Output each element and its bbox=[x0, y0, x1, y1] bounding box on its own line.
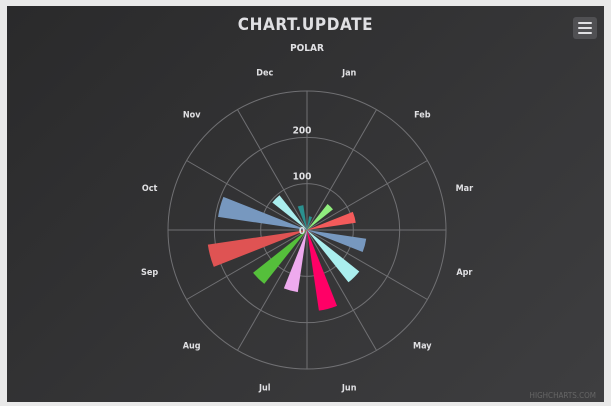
month-label-may: May bbox=[413, 341, 432, 351]
credits-text[interactable]: HIGHCHARTS.COM bbox=[530, 391, 596, 400]
month-label-apr: Apr bbox=[456, 268, 472, 278]
chart-subtitle: POLAR bbox=[290, 43, 324, 54]
month-label-jan: Jan bbox=[341, 69, 356, 79]
chart-menu-button[interactable] bbox=[573, 17, 597, 39]
month-label-oct: Oct bbox=[142, 184, 158, 194]
polar-chart: CHART.UPDATE POLAR Jan Feb Mar Apr May Jun Jul… bbox=[141, 15, 596, 400]
radial-label-0: 0 bbox=[299, 226, 305, 237]
month-label-mar: Mar bbox=[456, 184, 474, 194]
month-label-feb: Feb bbox=[414, 111, 431, 121]
chart-container: CHART.UPDATE POLAR Jan Feb Mar Apr May Jun Jul… bbox=[7, 6, 604, 402]
month-label-aug: Aug bbox=[183, 341, 201, 351]
hamburger-menu-icon bbox=[578, 22, 592, 24]
month-label-jul: Jul bbox=[258, 383, 271, 393]
hamburger-line bbox=[578, 27, 592, 29]
grid-spoke bbox=[306, 109, 377, 231]
hamburger-line bbox=[578, 32, 592, 34]
chart-title: CHART.UPDATE bbox=[238, 15, 373, 35]
month-label-nov: Nov bbox=[183, 111, 201, 121]
grid-spoke bbox=[306, 160, 428, 231]
radial-label-100: 100 bbox=[293, 172, 312, 183]
radial-label-200: 200 bbox=[293, 125, 312, 136]
month-label-dec: Dec bbox=[256, 69, 273, 79]
month-label-sep: Sep bbox=[141, 268, 158, 278]
month-label-jun: Jun bbox=[341, 383, 357, 393]
bar-series bbox=[207, 195, 367, 311]
